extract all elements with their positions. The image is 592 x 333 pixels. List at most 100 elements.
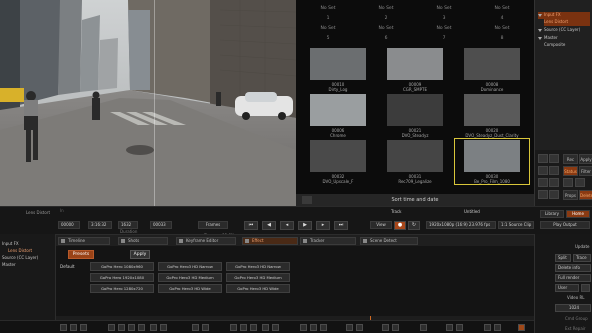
preset-button[interactable]: GoPro Hero3 HD Wide <box>226 284 290 293</box>
flip-icon[interactable] <box>128 324 135 331</box>
gallery-thumb[interactable]: 00021 DVO_Steadyz <box>381 94 449 140</box>
gallery-thumb[interactable]: 00020 DVO_Steadyz_Dust_Clarity <box>458 94 526 140</box>
record-icon[interactable]: ● <box>394 221 406 230</box>
view-select[interactable]: View <box>370 221 392 229</box>
keyframe-add-icon[interactable] <box>382 324 389 331</box>
rotate-icon[interactable] <box>118 324 125 331</box>
status-button[interactable]: Status <box>563 166 578 176</box>
settings-icon[interactable] <box>484 324 491 331</box>
props-button[interactable]: Props <box>563 190 578 200</box>
mirror-icon[interactable] <box>138 324 145 331</box>
out-field[interactable]: 3:16:32 <box>88 221 112 229</box>
duration-field[interactable]: 1632 <box>118 221 138 229</box>
chevron-down-icon[interactable] <box>538 28 542 32</box>
delete-button[interactable]: Delete <box>579 190 592 200</box>
preset-button[interactable]: GoPro Hero3 HD Narrow <box>226 262 290 271</box>
cut-icon[interactable] <box>230 324 237 331</box>
gallery-thumb[interactable]: 00031 Rec709_Legalize <box>381 140 449 186</box>
trash-icon[interactable] <box>80 324 87 331</box>
slot-label[interactable]: No Set <box>434 26 454 31</box>
info-icon[interactable] <box>494 324 501 331</box>
link-icon[interactable] <box>549 154 559 163</box>
in-field[interactable]: 00000 <box>58 221 80 229</box>
gallery-thumb[interactable]: 00006 Chrome <box>304 94 372 140</box>
snap-icon[interactable] <box>446 324 453 331</box>
tree-item-master[interactable]: Master <box>538 35 558 42</box>
full-render-button[interactable]: Full render <box>555 274 591 282</box>
gallery-thumb[interactable]: 00009 CGR_SMPTE <box>381 48 449 94</box>
split-select[interactable]: Split <box>555 254 571 262</box>
zoom-in-icon[interactable] <box>150 324 157 331</box>
preset-button[interactable]: GoPro Hero 1280x720 <box>90 284 154 293</box>
audio-icon[interactable] <box>346 324 353 331</box>
eye-icon[interactable] <box>575 178 585 187</box>
slot-label[interactable]: No Set <box>376 26 396 31</box>
preset-category[interactable]: Default <box>60 264 86 271</box>
fit-icon[interactable] <box>420 324 427 331</box>
filter-button[interactable]: Filter <box>579 166 592 176</box>
join-clip-icon[interactable] <box>272 324 279 331</box>
ripple-icon[interactable] <box>456 324 463 331</box>
tree-item-input-fx[interactable]: Input FX <box>538 12 590 19</box>
grid-icon[interactable] <box>563 178 573 187</box>
trace-select[interactable]: Trace <box>573 254 591 262</box>
film-icon[interactable] <box>538 166 548 175</box>
resolution-select[interactable]: 1920x1080p (16:9) 23.976 fps <box>426 221 496 229</box>
user-select[interactable]: User <box>555 284 579 292</box>
split-clip-icon[interactable] <box>262 324 269 331</box>
frame-field[interactable]: 00033 <box>150 221 172 229</box>
crop-icon[interactable] <box>538 178 548 187</box>
zoom-out-icon[interactable] <box>160 324 167 331</box>
mute-icon[interactable] <box>356 324 363 331</box>
gallery-thumb[interactable]: 00032 DVO_Upscale_F <box>304 140 372 186</box>
source-clip-button[interactable]: 1:1 Source Clip <box>498 221 534 229</box>
folder-icon[interactable] <box>538 190 548 199</box>
tab-timeline[interactable]: Timeline <box>58 237 110 245</box>
play-output-button[interactable]: Play Output <box>540 221 590 229</box>
library-button[interactable]: Library <box>540 210 564 218</box>
preset-button[interactable]: GoPro Hero3 HD Medium <box>158 273 222 282</box>
layer-master[interactable]: Master <box>2 262 16 269</box>
undo-icon[interactable] <box>60 324 67 331</box>
gallery-thumb[interactable]: 00008 Dominance <box>458 48 526 94</box>
brush-icon[interactable] <box>549 178 559 187</box>
copy-icon[interactable] <box>240 324 247 331</box>
presets-header[interactable]: Presets <box>68 250 94 259</box>
mark-in-icon[interactable] <box>310 324 317 331</box>
preset-button[interactable]: GoPro Hero3 HD Wide <box>158 284 222 293</box>
preset-button[interactable]: GoPro Hero3 HD Medium <box>226 273 290 282</box>
frames-select[interactable]: Frames <box>198 221 228 229</box>
tab-tracker[interactable]: Tracker <box>300 237 356 245</box>
chevron-down-icon[interactable] <box>538 36 542 40</box>
gallery-thumb[interactable]: 00010 Dirty_Log <box>304 48 372 94</box>
chevron-down-icon[interactable] <box>538 13 542 17</box>
image-icon[interactable] <box>549 190 559 199</box>
redo-icon[interactable] <box>70 324 77 331</box>
sort-label[interactable]: Sort time and date <box>296 197 534 203</box>
slot-label[interactable]: No Set <box>492 6 512 11</box>
record-toggle-icon[interactable] <box>518 324 525 331</box>
gallery-thumb-selected[interactable]: 00030 Be_Pro_Film_1080 <box>454 138 530 186</box>
marker-icon[interactable] <box>300 324 307 331</box>
layer-input-fx[interactable]: Input FX <box>2 241 19 248</box>
mark-out-icon[interactable] <box>320 324 327 331</box>
tree-item-composite[interactable]: Composite <box>544 42 565 49</box>
slot-label[interactable]: No Set <box>318 6 338 11</box>
lock-icon[interactable] <box>202 324 209 331</box>
apply-button[interactable]: Apply <box>579 154 592 164</box>
crop-tool-icon[interactable] <box>108 324 115 331</box>
step-back-icon[interactable]: ◀ <box>262 221 276 230</box>
layers-icon[interactable] <box>549 166 559 175</box>
update-label[interactable]: Update <box>575 244 590 249</box>
slot-label[interactable]: No Set <box>318 26 338 31</box>
tree-item-lens-distort[interactable]: Lens Distort <box>544 19 590 26</box>
paste-icon[interactable] <box>250 324 257 331</box>
add-icon[interactable] <box>581 284 590 292</box>
preset-button[interactable]: GoPro Hero3 HD Narrow <box>158 262 222 271</box>
play-reverse-icon[interactable]: ◂ <box>280 221 294 230</box>
preset-button[interactable]: GoPro Hero 1920x1080 <box>90 273 154 282</box>
tab-effect[interactable]: Effect <box>242 237 298 245</box>
layer-source[interactable]: Source (CC Layer) <box>2 255 38 262</box>
tree-item-source[interactable]: Source (CC Layer) <box>538 27 580 34</box>
slot-label[interactable]: No Set <box>434 6 454 11</box>
